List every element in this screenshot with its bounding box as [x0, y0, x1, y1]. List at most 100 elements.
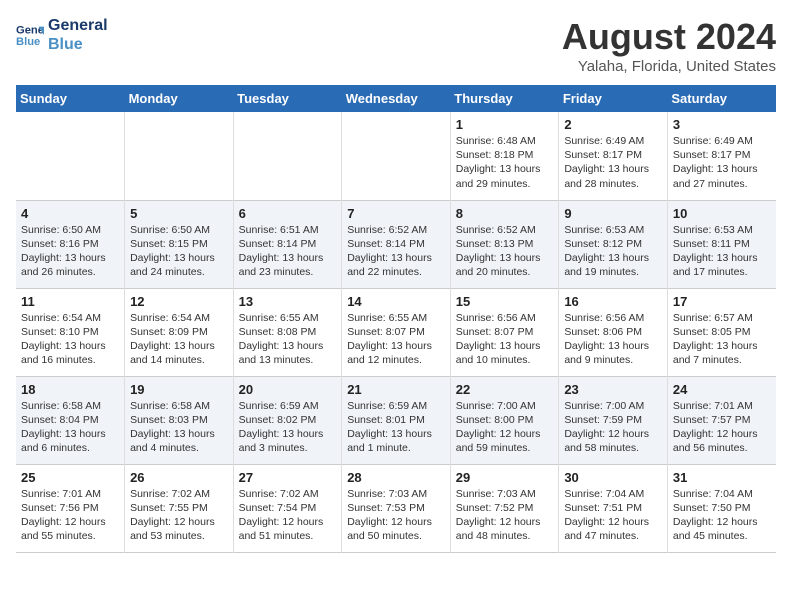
day-number: 6 — [239, 206, 337, 221]
calendar-cell: 20Sunrise: 6:59 AM Sunset: 8:02 PM Dayli… — [233, 376, 342, 464]
cell-info: Sunrise: 6:57 AM Sunset: 8:05 PM Dayligh… — [673, 311, 771, 368]
logo-icon: General Blue — [16, 21, 44, 49]
cell-info: Sunrise: 7:00 AM Sunset: 8:00 PM Dayligh… — [456, 399, 554, 456]
cell-info: Sunrise: 6:49 AM Sunset: 8:17 PM Dayligh… — [673, 134, 771, 191]
day-number: 22 — [456, 382, 554, 397]
header-cell-friday: Friday — [559, 85, 668, 112]
title-area: August 2024 Yalaha, Florida, United Stat… — [562, 16, 776, 75]
cell-info: Sunrise: 6:58 AM Sunset: 8:04 PM Dayligh… — [21, 399, 119, 456]
calendar-cell: 10 Sunrise: 6:53 AM Sunset: 8:11 PM Dayli… — [667, 200, 776, 288]
day-number: 30 — [564, 470, 662, 485]
day-number: 4 — [21, 206, 119, 221]
calendar-cell: 17 Sunrise: 6:57 AM Sunset: 8:05 PM Dayli… — [667, 288, 776, 376]
day-number: 3 — [673, 117, 771, 132]
cell-info: Sunrise: 7:00 AM Sunset: 7:59 PM Dayligh… — [564, 399, 662, 456]
page-title: August 2024 — [562, 16, 776, 58]
cell-info: Sunrise: 7:03 AM Sunset: 7:52 PM Dayligh… — [456, 487, 554, 544]
cell-info: Sunrise: 7:02 AM Sunset: 7:54 PM Dayligh… — [239, 487, 337, 544]
day-number: 2 — [564, 117, 662, 132]
day-number: 13 — [239, 294, 337, 309]
cell-info: Sunrise: 7:04 AM Sunset: 7:51 PM Dayligh… — [564, 487, 662, 544]
calendar-cell: 13 Sunrise: 6:55 AM Sunset: 8:08 PM Dayli… — [233, 288, 342, 376]
cell-info: Sunrise: 6:56 AM Sunset: 8:06 PM Dayligh… — [564, 311, 662, 368]
cell-info: Sunrise: 6:50 AM Sunset: 8:16 PM Dayligh… — [21, 223, 119, 280]
week-row-1: 1 Sunrise: 6:48 AM Sunset: 8:18 PM Daylig… — [16, 112, 776, 200]
header-cell-saturday: Saturday — [667, 85, 776, 112]
cell-info: Sunrise: 6:53 AM Sunset: 8:11 PM Dayligh… — [673, 223, 771, 280]
day-number: 1 — [456, 117, 554, 132]
cell-info: Sunrise: 6:55 AM Sunset: 8:07 PM Dayligh… — [347, 311, 445, 368]
header-cell-thursday: Thursday — [450, 85, 559, 112]
logo-line1: General — [48, 16, 108, 35]
calendar-cell: 25Sunrise: 7:01 AM Sunset: 7:56 PM Dayli… — [16, 464, 125, 552]
header-cell-monday: Monday — [125, 85, 234, 112]
day-number: 7 — [347, 206, 445, 221]
calendar-header: SundayMondayTuesdayWednesdayThursdayFrid… — [16, 85, 776, 112]
header-cell-tuesday: Tuesday — [233, 85, 342, 112]
week-row-3: 11 Sunrise: 6:54 AM Sunset: 8:10 PM Dayli… — [16, 288, 776, 376]
calendar-cell: 28Sunrise: 7:03 AM Sunset: 7:53 PM Dayli… — [342, 464, 451, 552]
week-row-2: 4 Sunrise: 6:50 AM Sunset: 8:16 PM Daylig… — [16, 200, 776, 288]
calendar-cell: 8Sunrise: 6:52 AM Sunset: 8:13 PM Daylig… — [450, 200, 559, 288]
calendar-cell: 29 Sunrise: 7:03 AM Sunset: 7:52 PM Dayli… — [450, 464, 559, 552]
cell-info: Sunrise: 6:59 AM Sunset: 8:01 PM Dayligh… — [347, 399, 445, 456]
calendar-cell — [16, 112, 125, 200]
header-row: SundayMondayTuesdayWednesdayThursdayFrid… — [16, 85, 776, 112]
svg-text:Blue: Blue — [16, 36, 40, 48]
calendar-cell: 19Sunrise: 6:58 AM Sunset: 8:03 PM Dayli… — [125, 376, 234, 464]
day-number: 17 — [673, 294, 771, 309]
cell-info: Sunrise: 6:52 AM Sunset: 8:14 PM Dayligh… — [347, 223, 445, 280]
cell-info: Sunrise: 6:51 AM Sunset: 8:14 PM Dayligh… — [239, 223, 337, 280]
calendar-cell: 11 Sunrise: 6:54 AM Sunset: 8:10 PM Dayli… — [16, 288, 125, 376]
week-row-4: 18 Sunrise: 6:58 AM Sunset: 8:04 PM Dayli… — [16, 376, 776, 464]
calendar-cell — [233, 112, 342, 200]
calendar-cell: 24 Sunrise: 7:01 AM Sunset: 7:57 PM Dayli… — [667, 376, 776, 464]
cell-info: Sunrise: 6:52 AM Sunset: 8:13 PM Dayligh… — [456, 223, 554, 280]
calendar-cell — [125, 112, 234, 200]
page-header: General Blue General Blue August 2024 Ya… — [16, 16, 776, 75]
cell-info: Sunrise: 6:49 AM Sunset: 8:17 PM Dayligh… — [564, 134, 662, 191]
cell-info: Sunrise: 6:59 AM Sunset: 8:02 PM Dayligh… — [239, 399, 337, 456]
day-number: 12 — [130, 294, 228, 309]
day-number: 29 — [456, 470, 554, 485]
calendar-cell: 3 Sunrise: 6:49 AM Sunset: 8:17 PM Daylig… — [667, 112, 776, 200]
cell-info: Sunrise: 6:54 AM Sunset: 8:10 PM Dayligh… — [21, 311, 119, 368]
cell-info: Sunrise: 6:54 AM Sunset: 8:09 PM Dayligh… — [130, 311, 228, 368]
calendar-cell: 14 Sunrise: 6:55 AM Sunset: 8:07 PM Dayli… — [342, 288, 451, 376]
cell-info: Sunrise: 7:04 AM Sunset: 7:50 PM Dayligh… — [673, 487, 771, 544]
calendar-cell: 21 Sunrise: 6:59 AM Sunset: 8:01 PM Dayli… — [342, 376, 451, 464]
day-number: 26 — [130, 470, 228, 485]
svg-text:General: General — [16, 25, 44, 37]
day-number: 28 — [347, 470, 445, 485]
calendar-cell: 12 Sunrise: 6:54 AM Sunset: 8:09 PM Dayli… — [125, 288, 234, 376]
cell-info: Sunrise: 6:53 AM Sunset: 8:12 PM Dayligh… — [564, 223, 662, 280]
day-number: 16 — [564, 294, 662, 309]
calendar-cell: 22 Sunrise: 7:00 AM Sunset: 8:00 PM Dayli… — [450, 376, 559, 464]
page-subtitle: Yalaha, Florida, United States — [562, 58, 776, 75]
cell-info: Sunrise: 6:56 AM Sunset: 8:07 PM Dayligh… — [456, 311, 554, 368]
logo: General Blue General Blue — [16, 16, 108, 54]
day-number: 21 — [347, 382, 445, 397]
day-number: 31 — [673, 470, 771, 485]
calendar-cell: 9 Sunrise: 6:53 AM Sunset: 8:12 PM Daylig… — [559, 200, 668, 288]
cell-info: Sunrise: 6:48 AM Sunset: 8:18 PM Dayligh… — [456, 134, 554, 191]
calendar-cell: 16 Sunrise: 6:56 AM Sunset: 8:06 PM Dayli… — [559, 288, 668, 376]
calendar-cell: 26Sunrise: 7:02 AM Sunset: 7:55 PM Dayli… — [125, 464, 234, 552]
day-number: 14 — [347, 294, 445, 309]
day-number: 23 — [564, 382, 662, 397]
day-number: 27 — [239, 470, 337, 485]
cell-info: Sunrise: 6:55 AM Sunset: 8:08 PM Dayligh… — [239, 311, 337, 368]
logo-line2: Blue — [48, 35, 108, 54]
cell-info: Sunrise: 7:01 AM Sunset: 7:57 PM Dayligh… — [673, 399, 771, 456]
day-number: 10 — [673, 206, 771, 221]
day-number: 11 — [21, 294, 119, 309]
calendar-table: SundayMondayTuesdayWednesdayThursdayFrid… — [16, 85, 776, 553]
day-number: 24 — [673, 382, 771, 397]
day-number: 18 — [21, 382, 119, 397]
header-cell-wednesday: Wednesday — [342, 85, 451, 112]
calendar-cell: 23 Sunrise: 7:00 AM Sunset: 7:59 PM Dayli… — [559, 376, 668, 464]
calendar-cell: 4 Sunrise: 6:50 AM Sunset: 8:16 PM Daylig… — [16, 200, 125, 288]
calendar-cell: 18 Sunrise: 6:58 AM Sunset: 8:04 PM Dayli… — [16, 376, 125, 464]
day-number: 9 — [564, 206, 662, 221]
calendar-cell: 30 Sunrise: 7:04 AM Sunset: 7:51 PM Dayli… — [559, 464, 668, 552]
